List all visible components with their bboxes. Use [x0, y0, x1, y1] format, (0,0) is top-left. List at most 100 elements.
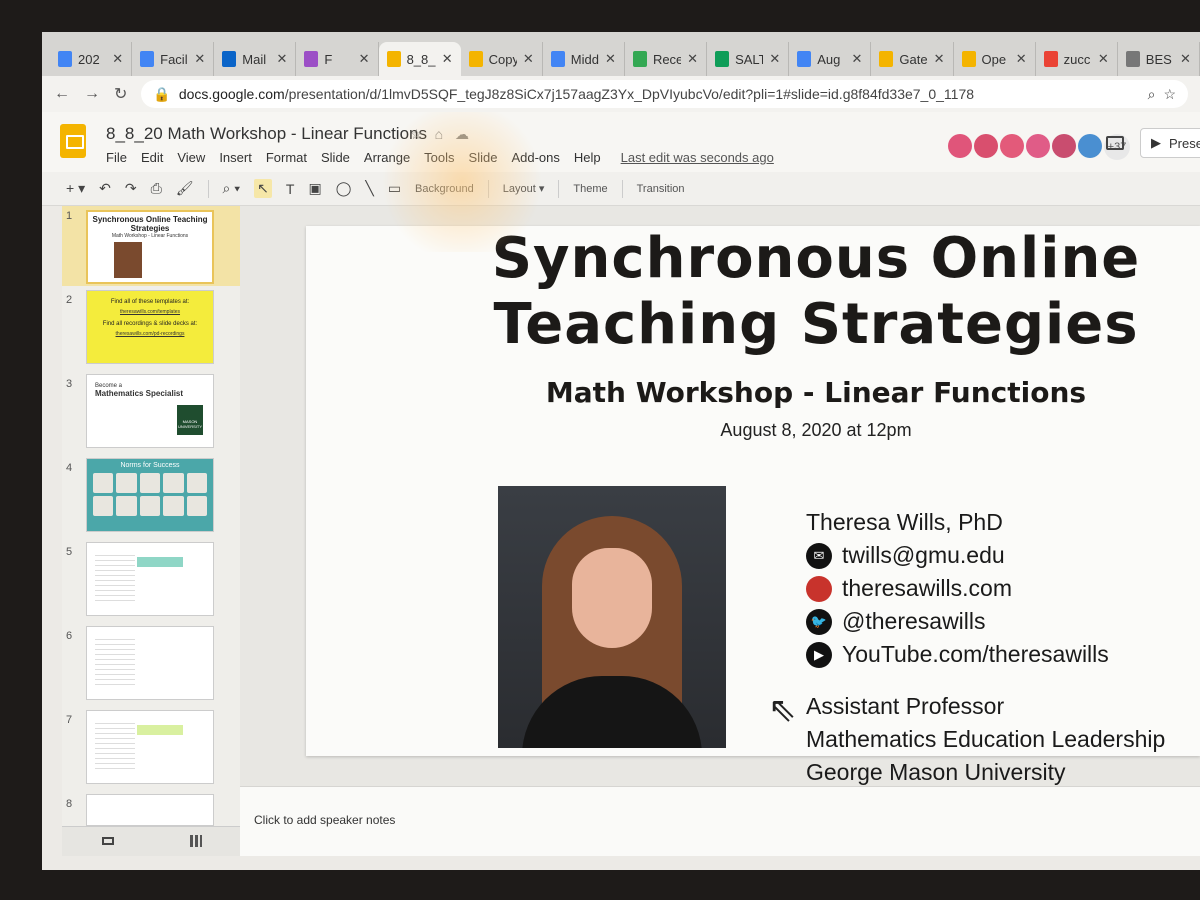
filmstrip-slide-4[interactable]: 4 Norms for Success — [62, 458, 240, 538]
close-tab-icon[interactable]: ✕ — [523, 51, 534, 67]
slide-thumbnail[interactable]: Become a Mathematics Specialist MASON UN… — [86, 374, 214, 448]
menu-item[interactable]: Tools — [424, 150, 454, 165]
browser-tab[interactable]: Midd ✕ — [543, 42, 625, 76]
transition-button[interactable]: Transition — [637, 183, 685, 195]
collaborator-avatar[interactable] — [974, 134, 998, 158]
slide-thumbnail[interactable]: Norms for Success — [86, 458, 214, 532]
redo-icon[interactable]: ↷ — [125, 180, 137, 197]
layout-button[interactable]: Layout ▾ — [503, 182, 545, 195]
image-icon[interactable]: ▣ — [308, 180, 321, 197]
speaker-notes[interactable]: Click to add speaker notes — [240, 786, 1200, 856]
slide-thumbnail[interactable]: Synchronous Online Teaching Strategies M… — [86, 210, 214, 284]
document-title[interactable]: 8_8_20 Math Workshop - Linear Functions — [106, 124, 427, 144]
background-button[interactable]: Background — [415, 183, 474, 195]
contact-info[interactable]: Theresa Wills, PhD ✉ twills@gmu.edu ther… — [806, 506, 1109, 671]
slide-thumbnail[interactable] — [86, 710, 214, 784]
close-tab-icon[interactable]: ✕ — [194, 51, 205, 67]
slide-thumbnail[interactable] — [86, 542, 214, 616]
collaborator-avatar[interactable] — [1078, 134, 1102, 158]
close-tab-icon[interactable]: ✕ — [277, 51, 288, 67]
back-icon[interactable]: ← — [54, 85, 70, 103]
browser-tab[interactable]: 8_8_ ✕ — [378, 42, 461, 76]
close-tab-icon[interactable]: ✕ — [1098, 51, 1109, 67]
filmstrip-view-icon[interactable] — [102, 837, 114, 845]
undo-icon[interactable]: ↶ — [99, 180, 111, 197]
menu-item[interactable]: File — [106, 150, 127, 165]
close-tab-icon[interactable]: ✕ — [1180, 51, 1191, 67]
slide-thumbnail[interactable]: Find all of these templates at: theresaw… — [86, 290, 214, 364]
menu-item[interactable]: Edit — [141, 150, 163, 165]
close-tab-icon[interactable]: ✕ — [605, 51, 616, 67]
last-edit-link[interactable]: Last edit was seconds ago — [621, 150, 774, 165]
present-button[interactable]: ▶ Prese — [1140, 128, 1200, 158]
close-tab-icon[interactable]: ✕ — [769, 51, 780, 67]
slides-logo-icon[interactable] — [60, 124, 86, 158]
browser-tab[interactable]: Ope ✕ — [954, 42, 1036, 76]
close-tab-icon[interactable]: ✕ — [359, 51, 370, 67]
browser-tab[interactable]: zucc ✕ — [1036, 42, 1118, 76]
slide-filmstrip[interactable]: 1 Synchronous Online Teaching Strategies… — [62, 206, 240, 826]
slide-thumbnail[interactable] — [86, 626, 214, 700]
slide-title[interactable]: Synchronous Online Teaching Strategies — [466, 226, 1166, 358]
text-box-icon[interactable]: T — [286, 181, 295, 197]
comment-add-icon[interactable]: ▭ — [388, 180, 401, 197]
affiliation[interactable]: Assistant Professor Mathematics Educatio… — [806, 690, 1165, 789]
close-tab-icon[interactable]: ✕ — [687, 51, 698, 67]
filmstrip-slide-6[interactable]: 6 — [62, 626, 240, 706]
slide-canvas[interactable]: Synchronous Online Teaching Strategies M… — [306, 226, 1200, 785]
filmstrip-slide-3[interactable]: 3 Become a Mathematics Specialist MASON … — [62, 374, 240, 454]
select-cursor-icon[interactable]: ↖ — [254, 179, 272, 198]
browser-tab[interactable]: Aug ✕ — [789, 42, 872, 76]
address-bar[interactable]: 🔒 docs.google.com/presentation/d/1lmvD5S… — [141, 80, 1188, 108]
browser-tab[interactable]: Facil ✕ — [132, 42, 215, 76]
collaborator-avatar[interactable] — [1000, 134, 1024, 158]
bookmark-star-icon[interactable]: ☆ — [1163, 86, 1176, 103]
menu-item[interactable]: Slide — [469, 150, 498, 165]
theme-button[interactable]: Theme — [573, 183, 607, 195]
close-tab-icon[interactable]: ✕ — [112, 51, 123, 67]
comment-icon[interactable] — [1106, 136, 1124, 150]
browser-tab[interactable]: Copy ✕ — [461, 42, 543, 76]
zoom-icon[interactable]: ⌕ — [1148, 86, 1156, 103]
move-icon[interactable]: ⌂ — [435, 126, 455, 142]
browser-tab[interactable]: BES ✕ — [1118, 42, 1200, 76]
star-icon[interactable]: ☆ — [410, 126, 435, 142]
filmstrip-slide-1[interactable]: 1 Synchronous Online Teaching Strategies… — [62, 206, 240, 286]
menu-item[interactable]: Format — [266, 150, 307, 165]
slide-subtitle[interactable]: Math Workshop - Linear Functions — [466, 376, 1166, 409]
close-tab-icon[interactable]: ✕ — [934, 51, 945, 67]
browser-tab[interactable]: Gate ✕ — [871, 42, 954, 76]
grid-view-icon[interactable] — [190, 835, 202, 847]
slide-thumbnail[interactable] — [86, 794, 214, 826]
menu-item[interactable]: Slide — [321, 150, 350, 165]
print-icon[interactable]: ⎙ — [151, 180, 162, 197]
collaborator-avatar[interactable] — [1026, 134, 1050, 158]
forward-icon[interactable]: → — [84, 85, 100, 103]
reload-icon[interactable]: ↻ — [114, 84, 127, 104]
paint-format-icon[interactable]: 🖌 — [176, 180, 194, 197]
browser-tab[interactable]: SALT ✕ — [707, 42, 790, 76]
close-tab-icon[interactable]: ✕ — [1016, 51, 1027, 67]
menu-item[interactable]: Insert — [219, 150, 252, 165]
menu-item[interactable]: View — [177, 150, 205, 165]
browser-tab[interactable]: F ✕ — [296, 42, 379, 76]
collaborator-avatar[interactable] — [1052, 134, 1076, 158]
close-tab-icon[interactable]: ✕ — [442, 51, 453, 67]
shape-icon[interactable]: ◯ — [336, 180, 352, 197]
presenter-photo[interactable] — [498, 486, 726, 748]
zoom-icon[interactable]: ⌕ ▾ — [223, 180, 241, 197]
collaborator-avatar[interactable] — [948, 134, 972, 158]
filmstrip-slide-2[interactable]: 2 Find all of these templates at: theres… — [62, 290, 240, 370]
slide-date[interactable]: August 8, 2020 at 12pm — [466, 420, 1166, 441]
filmstrip-slide-7[interactable]: 7 — [62, 710, 240, 790]
browser-tab[interactable]: Mail ✕ — [214, 42, 297, 76]
browser-tab[interactable]: 202 ✕ — [50, 42, 133, 76]
menu-item[interactable]: Arrange — [364, 150, 410, 165]
close-tab-icon[interactable]: ✕ — [851, 51, 862, 67]
menu-item[interactable]: Help — [574, 150, 601, 165]
menu-item[interactable]: Add-ons — [511, 150, 559, 165]
browser-tab[interactable]: Rece ✕ — [625, 42, 708, 76]
new-slide-icon[interactable]: + ▾ — [66, 180, 85, 197]
line-icon[interactable]: ╲ — [365, 180, 373, 197]
cloud-icon[interactable]: ☁ — [455, 126, 481, 142]
